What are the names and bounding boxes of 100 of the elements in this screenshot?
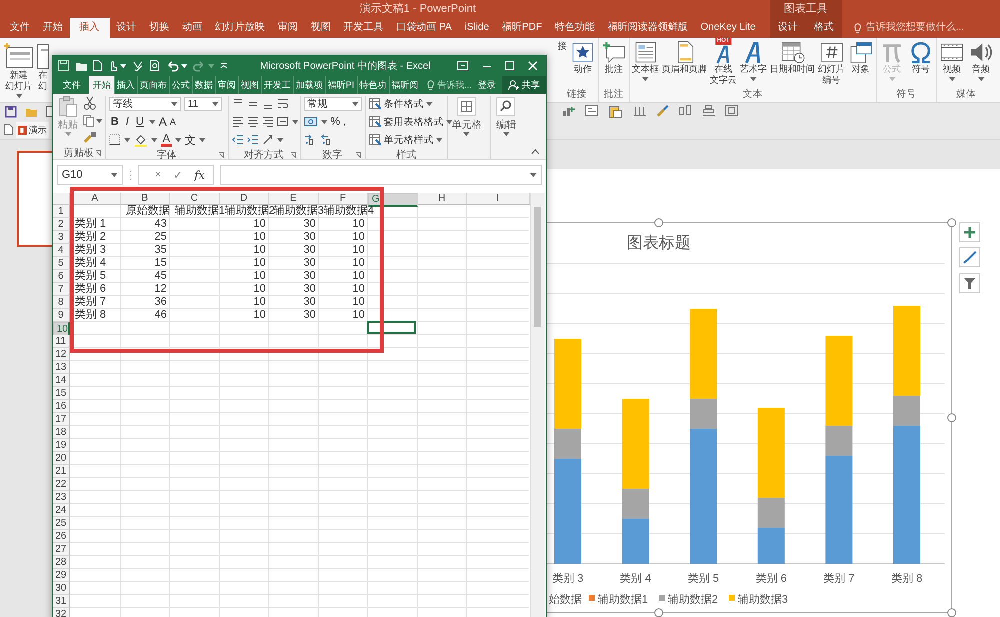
table-format-icon[interactable]: [368, 116, 382, 128]
filter-icon[interactable]: [960, 274, 980, 294]
fill-color-icon[interactable]: [134, 134, 148, 146]
ribbon-button[interactable]: 视频: [938, 41, 966, 88]
row-header[interactable]: 25: [53, 517, 70, 530]
resize-handle[interactable]: [948, 414, 956, 422]
row-header[interactable]: 30: [53, 582, 70, 595]
launcher-icon[interactable]: [290, 152, 297, 159]
row-header[interactable]: 20: [53, 452, 70, 465]
frame-icon[interactable]: [725, 105, 739, 117]
caret-icon[interactable]: [502, 132, 510, 137]
format-button[interactable]: I: [124, 116, 132, 128]
row-header[interactable]: 31: [53, 595, 70, 608]
grow-font-button[interactable]: A: [158, 115, 167, 129]
caret-icon[interactable]: [120, 64, 127, 68]
ribbon-tab[interactable]: 动画: [176, 18, 208, 38]
row-header[interactable]: 13: [53, 361, 70, 374]
column-header[interactable]: B: [121, 193, 170, 205]
number-format-field[interactable]: 常规: [304, 97, 362, 111]
format-button[interactable]: U: [134, 116, 146, 128]
row-header[interactable]: 7: [53, 283, 70, 296]
row-header[interactable]: 9: [53, 309, 70, 322]
ribbon-tab[interactable]: 文件: [55, 76, 89, 94]
caret-icon[interactable]: [276, 138, 284, 142]
paste-icon[interactable]: [57, 96, 79, 118]
tell-me-box[interactable]: 告诉我...: [426, 76, 472, 94]
ribbon-tab[interactable]: 插入: [70, 18, 110, 38]
undo-icon[interactable]: [166, 60, 179, 72]
row-header[interactable]: 28: [53, 556, 70, 569]
sign-in-link[interactable]: 登录: [472, 76, 502, 94]
ribbon-tab[interactable]: 幻灯片放映: [209, 18, 272, 38]
lightbulb-icon[interactable]: [854, 22, 862, 34]
ribbon-tab[interactable]: 开始: [89, 76, 114, 94]
search-icon[interactable]: [495, 96, 518, 118]
ribbon-tab[interactable]: 特色功能: [549, 18, 602, 38]
ribbon-tab[interactable]: 切换: [143, 18, 176, 38]
window-icon[interactable]: [848, 41, 874, 64]
caret-icon[interactable]: [199, 138, 206, 142]
hash-icon[interactable]: [818, 41, 844, 64]
row-header[interactable]: 4: [53, 244, 70, 257]
name-box[interactable]: G10: [57, 165, 123, 185]
ribbon-tab[interactable]: 口袋动画 PA: [390, 18, 458, 38]
enter-button[interactable]: ✓: [173, 168, 183, 182]
collapse-ribbon-icon[interactable]: [531, 149, 540, 155]
font-field[interactable]: 等线: [109, 97, 181, 111]
print-preview-icon[interactable]: [149, 60, 161, 72]
row-header[interactable]: 16: [53, 400, 70, 413]
row-header[interactable]: 19: [53, 439, 70, 452]
ribbon-tab[interactable]: 文件: [4, 18, 36, 38]
chart-elements-icon[interactable]: [562, 105, 576, 117]
row-header[interactable]: 17: [53, 413, 70, 426]
layout-icon[interactable]: [585, 105, 599, 117]
row-header[interactable]: 8: [53, 296, 70, 309]
scissors-icon[interactable]: [83, 96, 97, 111]
orientation-icon[interactable]: [262, 134, 274, 146]
insert-function-button[interactable]: fx: [194, 168, 205, 182]
launcher-icon[interactable]: [218, 152, 225, 159]
brush-icon[interactable]: [960, 248, 980, 268]
ribbon-button[interactable]: 对象: [847, 41, 875, 88]
document-icon[interactable]: [4, 124, 14, 136]
style-menu-button[interactable]: 单元格样式: [368, 134, 443, 146]
add-element-icon[interactable]: [960, 222, 980, 242]
caret-icon[interactable]: [463, 132, 470, 137]
caret-icon[interactable]: [16, 94, 22, 99]
launcher-icon[interactable]: [354, 152, 362, 159]
ribbon-button[interactable]: 艺术字: [739, 41, 768, 88]
lightbulb-icon[interactable]: [426, 80, 435, 90]
style-menu-button[interactable]: 套用表格格式: [368, 116, 453, 128]
row-header[interactable]: 14: [53, 374, 70, 387]
ribbon-button[interactable]: 音频: [967, 41, 995, 88]
font-size-field[interactable]: 11: [184, 97, 222, 111]
row-header[interactable]: 15: [53, 387, 70, 400]
ribbon-tab[interactable]: 设计: [110, 18, 143, 38]
caret-icon[interactable]: [175, 138, 182, 142]
ribbon-tab[interactable]: 开始: [36, 18, 69, 38]
document-tab[interactable]: 演示: [16, 122, 49, 138]
ribbon-button[interactable]: 新建 幻灯片: [2, 42, 36, 102]
person-icon[interactable]: [508, 80, 520, 90]
calendar-icon[interactable]: [780, 41, 806, 64]
row-header[interactable]: 1: [53, 205, 70, 218]
columns-icon[interactable]: [633, 105, 647, 117]
font-color-button[interactable]: A: [161, 134, 172, 146]
ribbon-button[interactable]: 幻灯片 编号: [817, 41, 846, 88]
caret-icon[interactable]: [530, 172, 537, 178]
ribbon-display-icon[interactable]: [457, 61, 469, 71]
style-menu-button[interactable]: 条件格式: [368, 98, 433, 110]
column-header[interactable]: C: [170, 193, 220, 205]
ribbon-tab[interactable]: 福昕PDF: [496, 18, 548, 38]
align-left-icon[interactable]: [232, 116, 244, 128]
row-header[interactable]: 23: [53, 491, 70, 504]
caret-icon[interactable]: [642, 77, 649, 82]
ribbon-button[interactable]: 在 幻: [37, 42, 49, 102]
align-center-icon[interactable]: [246, 116, 259, 128]
ribbon-tab[interactable]: iSlide: [458, 18, 496, 38]
cells-icon[interactable]: [456, 96, 478, 118]
caret-icon[interactable]: [948, 77, 956, 82]
resize-handle[interactable]: [654, 218, 664, 228]
ribbon-button[interactable]: 日期和时间: [769, 41, 816, 88]
column-header[interactable]: H: [418, 193, 467, 205]
merge-icon[interactable]: [276, 116, 289, 128]
